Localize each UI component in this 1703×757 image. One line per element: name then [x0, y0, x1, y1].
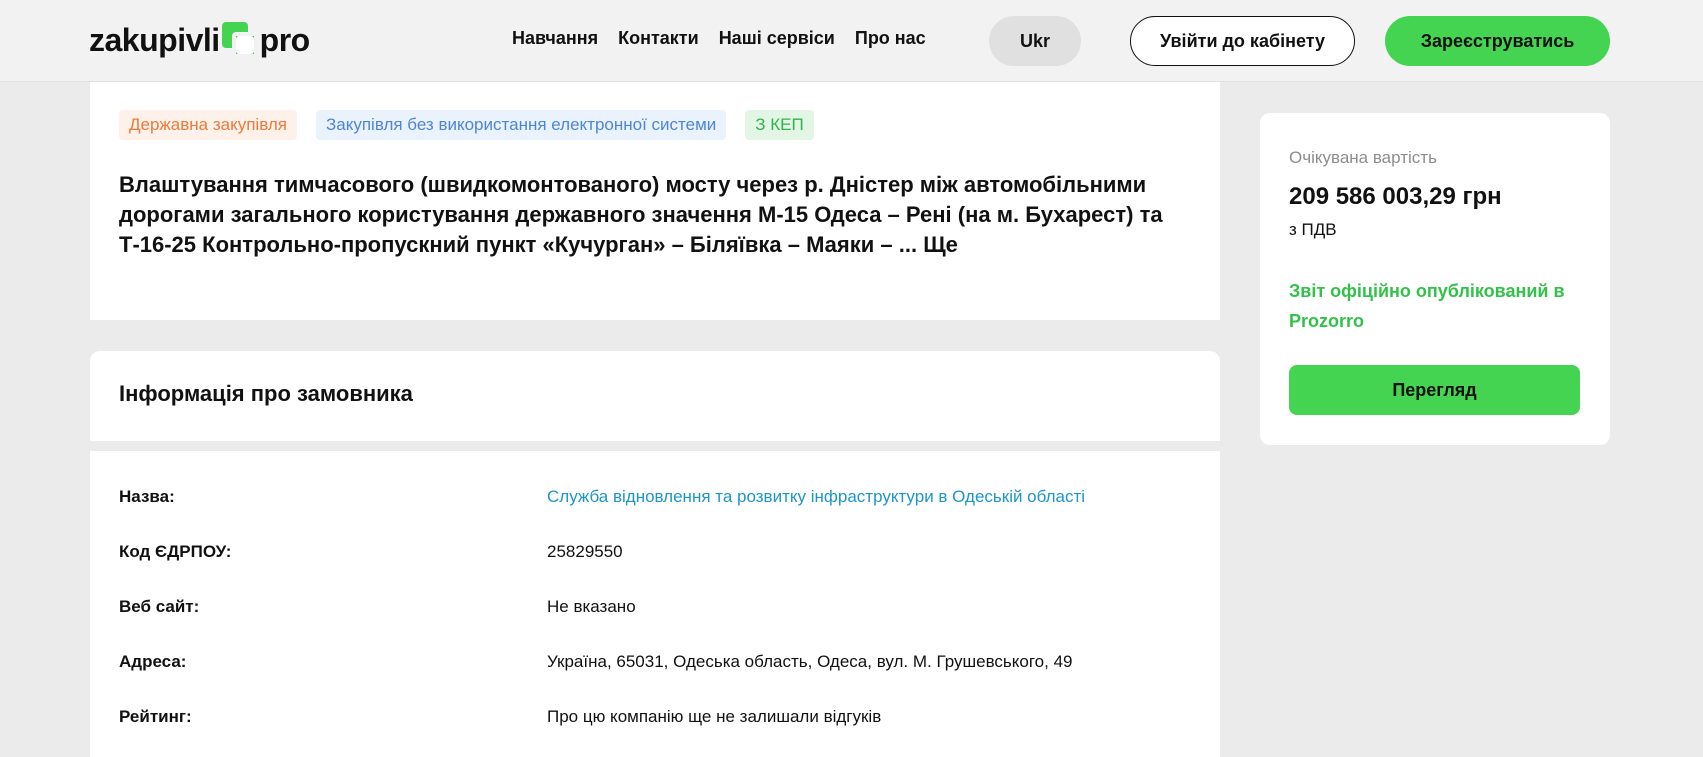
register-button[interactable]: Зареєструватись — [1385, 16, 1610, 66]
info-label: Адреса: — [119, 652, 187, 671]
info-label: Код ЄДРПОУ: — [119, 542, 232, 561]
logo-text-right: pro — [259, 21, 311, 58]
info-row-website: Веб сайт: Не вказано — [119, 597, 1199, 627]
logo-mark-icon — [221, 22, 258, 58]
expected-value-card: Очікувана вартість 209 586 003,29 грн з … — [1260, 113, 1610, 445]
customer-info-header: Інформація про замовника — [90, 351, 1220, 441]
tag-state-procurement: Державна закупівля — [119, 110, 297, 140]
tender-title-card: Державна закупівля Закупівля без викорис… — [90, 82, 1220, 320]
info-value: Україна, 65031, Одеська область, Одеса, … — [547, 652, 1073, 671]
tag-no-electronic-system: Закупівля без використання електронної с… — [315, 110, 727, 140]
main-nav: Навчання Контакти Наші сервіси Про нас — [512, 28, 926, 49]
section-title: Інформація про замовника — [119, 381, 413, 406]
customer-info-table: Назва: Служба відновлення та розвитку ін… — [90, 451, 1220, 757]
info-label: Веб сайт: — [119, 597, 200, 616]
customer-name-link[interactable]: Служба відновлення та розвитку інфрастру… — [547, 487, 1085, 507]
info-row-rating: Рейтинг: Про цю компанію ще не залишали … — [119, 707, 1199, 737]
nav-item-about[interactable]: Про нас — [855, 28, 926, 49]
expected-value-label: Очікувана вартість — [1289, 148, 1437, 167]
prozorro-report-status: Звіт офіційно опублікований в Prozorro — [1289, 281, 1565, 331]
info-value: Не вказано — [547, 597, 636, 616]
info-row-address: Адреса: Україна, 65031, Одеська область,… — [119, 652, 1199, 682]
expected-value-amount: 209 586 003,29 грн — [1289, 183, 1502, 210]
info-value: Про цю компанію ще не залишали відгуків — [547, 707, 882, 726]
view-button[interactable]: Перегляд — [1289, 365, 1580, 415]
tag-kep: З КЕП — [745, 110, 814, 140]
login-button[interactable]: Увійти до кабінету — [1130, 16, 1355, 66]
show-more-link[interactable]: Ще — [923, 232, 958, 257]
nav-item-contacts[interactable]: Контакти — [618, 28, 699, 49]
logo-text-left: zakupivli — [89, 21, 220, 58]
vat-note: з ПДВ — [1289, 220, 1337, 239]
nav-item-training[interactable]: Навчання — [512, 28, 598, 49]
info-label: Рейтинг: — [119, 707, 192, 726]
info-row-edrpou: Код ЄДРПОУ: 25829550 — [119, 542, 1199, 572]
nav-item-services[interactable]: Наші сервіси — [719, 28, 835, 49]
tender-tags: Державна закупівля Закупівля без викорис… — [119, 110, 814, 140]
info-row-name: Назва: Служба відновлення та розвитку ін… — [119, 487, 1199, 517]
tender-title: Влаштування тимчасового (швидкомонтовано… — [119, 170, 1199, 260]
site-header: zakupivli pro Навчання Контакти Наші сер… — [0, 0, 1703, 82]
language-switcher[interactable]: Ukr — [989, 16, 1081, 66]
logo[interactable]: zakupivli pro — [89, 18, 310, 62]
info-value: 25829550 — [547, 542, 623, 561]
info-label: Назва: — [119, 487, 175, 506]
tender-title-text: Влаштування тимчасового (швидкомонтовано… — [119, 172, 1163, 257]
